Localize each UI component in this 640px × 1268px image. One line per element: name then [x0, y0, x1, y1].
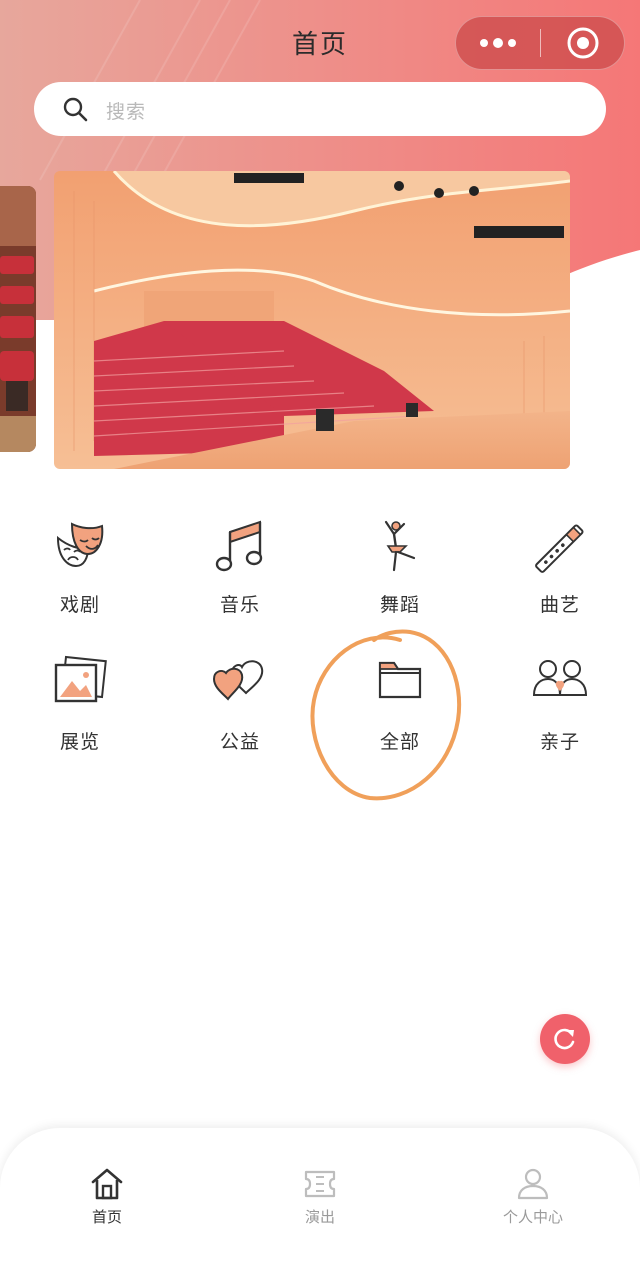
category-label: 曲艺 [539, 594, 580, 616]
search-icon [63, 97, 88, 122]
person-icon [517, 1168, 549, 1200]
folder-icon [378, 661, 422, 699]
category-all[interactable]: 全部 [340, 655, 460, 775]
tab-label: 个人中心 [502, 1208, 563, 1226]
theater-masks-icon [56, 522, 104, 568]
category-music[interactable]: 音乐 [180, 518, 300, 638]
miniprogram-capsule [455, 16, 625, 70]
category-exhibition[interactable]: 展览 [20, 655, 140, 775]
category-drama[interactable]: 戏剧 [20, 518, 140, 638]
banner-previous-slide[interactable] [0, 186, 36, 452]
tab-home[interactable]: 首页 [57, 1166, 157, 1236]
flute-icon [535, 524, 584, 573]
more-menu-button[interactable] [456, 17, 540, 69]
concert-hall-photo [54, 171, 570, 469]
home-icon [91, 1168, 123, 1200]
refresh-button[interactable] [540, 1014, 590, 1064]
category-label: 公益 [219, 731, 260, 753]
more-dots-icon [480, 38, 516, 48]
category-label: 戏剧 [59, 594, 100, 616]
category-label: 展览 [59, 731, 100, 753]
hearts-icon [212, 660, 264, 701]
search-bar[interactable]: 搜索 [34, 82, 606, 136]
bottom-tab-bar: 首页 演出 个人中心 [0, 1128, 640, 1268]
picture-frame-icon [54, 655, 107, 703]
category-family[interactable]: 亲子 [500, 655, 620, 775]
ticket-icon [304, 1170, 336, 1198]
category-charity[interactable]: 公益 [180, 655, 300, 775]
concert-seats-photo [0, 186, 36, 452]
category-label: 亲子 [539, 731, 580, 753]
category-dance[interactable]: 舞蹈 [340, 518, 460, 638]
target-circle-icon [567, 27, 599, 59]
category-folk-art[interactable]: 曲艺 [500, 518, 620, 638]
refresh-icon [554, 1028, 575, 1050]
close-miniprogram-button[interactable] [542, 17, 624, 69]
tab-label: 首页 [91, 1208, 122, 1226]
dancer-icon [384, 520, 416, 572]
tab-profile[interactable]: 个人中心 [483, 1166, 583, 1236]
category-label: 舞蹈 [379, 594, 420, 616]
search-placeholder: 搜索 [106, 101, 147, 123]
capsule-divider [540, 29, 541, 57]
category-label: 音乐 [219, 594, 260, 616]
family-icon [532, 660, 588, 696]
banner-slide[interactable] [54, 171, 570, 469]
tab-label: 演出 [304, 1208, 335, 1226]
tab-shows[interactable]: 演出 [270, 1166, 370, 1236]
music-note-icon [215, 520, 263, 572]
category-label: 全部 [379, 731, 420, 753]
